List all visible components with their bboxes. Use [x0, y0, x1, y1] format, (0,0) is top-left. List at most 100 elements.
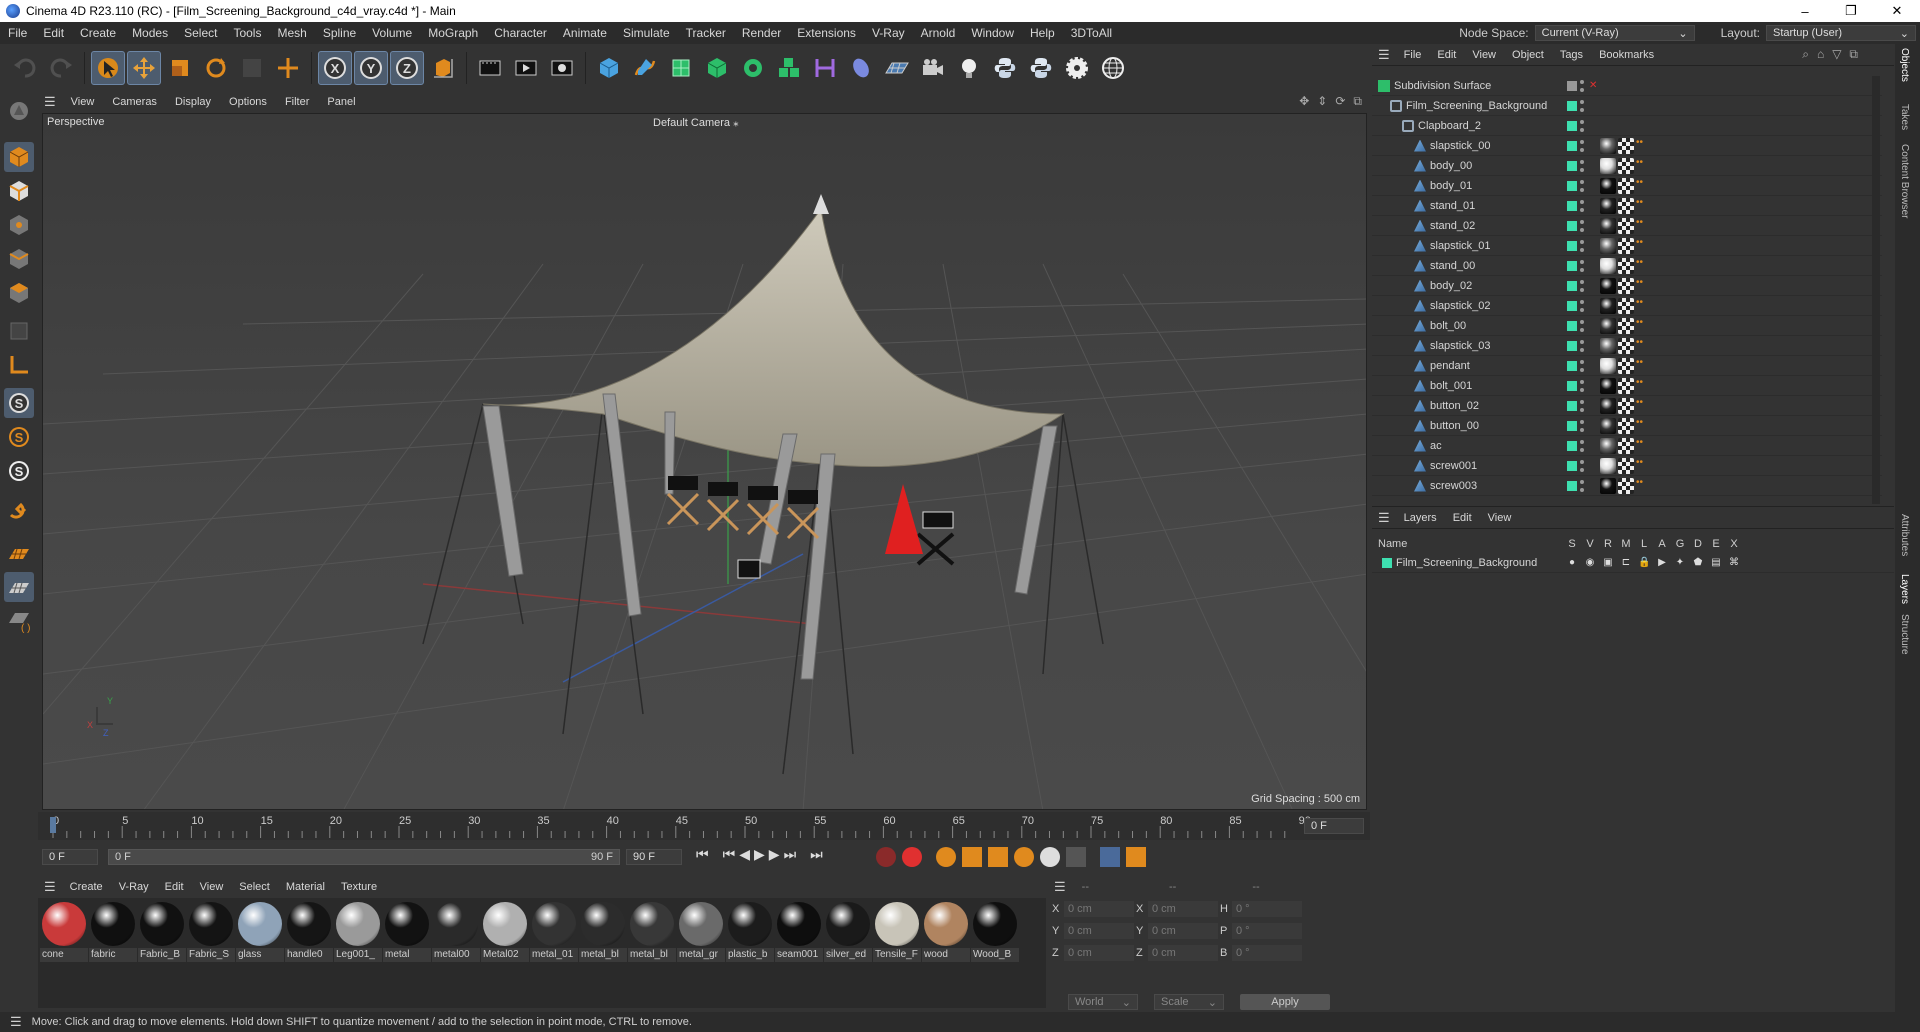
viewport-menu-cameras[interactable]: Cameras — [103, 96, 166, 108]
object-row[interactable]: screw001 •• — [1372, 456, 1882, 476]
material-menu-edit[interactable]: Edit — [157, 881, 192, 893]
minimize-button[interactable]: – — [1782, 0, 1828, 22]
object-menu-bookmarks[interactable]: Bookmarks — [1591, 49, 1662, 61]
deformers-icon[interactable]: ⬟ — [1692, 557, 1704, 568]
scale-tool-icon[interactable] — [163, 51, 197, 85]
render-view-icon[interactable] — [473, 51, 507, 85]
texture-tag-icon[interactable] — [1618, 297, 1634, 314]
expressions-icon[interactable]: ▤ — [1710, 557, 1722, 568]
material-swatch[interactable]: Fabric_B — [138, 900, 186, 964]
layer-color-swatch[interactable] — [1567, 420, 1577, 431]
menu-render[interactable]: Render — [734, 26, 789, 40]
maximize-button[interactable]: ❐ — [1828, 0, 1874, 22]
visibility-toggle[interactable] — [1580, 399, 1584, 412]
material-tag-icon[interactable] — [1600, 217, 1616, 234]
playhead[interactable] — [50, 817, 56, 833]
x-axis-lock-icon[interactable]: X — [318, 51, 352, 85]
object-menu-view[interactable]: View — [1464, 49, 1504, 61]
visibility-toggle[interactable] — [1580, 259, 1584, 272]
undo-icon[interactable] — [8, 51, 42, 85]
menu-extensions[interactable]: Extensions — [789, 26, 864, 40]
object-row[interactable]: slapstick_03 •• — [1372, 336, 1882, 356]
perspective-viewport[interactable]: Y X Z Perspective Default Camera ⁎ Grid … — [42, 113, 1367, 810]
visible-in-render-icon[interactable]: ▣ — [1602, 557, 1614, 568]
layer-color-swatch[interactable] — [1567, 220, 1577, 231]
selection-tag-icon[interactable]: •• — [1636, 237, 1646, 253]
material-tag-icon[interactable] — [1600, 377, 1616, 394]
menu-3dtoall[interactable]: 3DToAll — [1063, 26, 1120, 40]
viewport-menu-panel[interactable]: Panel — [318, 96, 364, 108]
layer-color-swatch[interactable] — [1567, 380, 1577, 391]
material-swatch[interactable]: Fabric_S — [187, 900, 235, 964]
layer-color-swatch[interactable] — [1567, 200, 1577, 211]
texture-tag-icon[interactable] — [1618, 377, 1634, 394]
dolly-view-icon[interactable]: ⇕ — [1317, 94, 1327, 109]
object-row[interactable]: pendant •• — [1372, 356, 1882, 376]
viewport-menu-options[interactable]: Options — [220, 96, 276, 108]
cube-icon[interactable] — [592, 51, 626, 85]
material-menu-create[interactable]: Create — [62, 881, 111, 893]
visibility-toggle[interactable] — [1580, 459, 1584, 472]
selection-tag-icon[interactable]: •• — [1636, 197, 1646, 213]
texture-tag-icon[interactable] — [1618, 157, 1634, 174]
menu-spline[interactable]: Spline — [315, 26, 364, 40]
texture-tag-icon[interactable] — [1618, 337, 1634, 354]
new-window-icon[interactable]: ⧉ — [1849, 47, 1858, 62]
animation-icon[interactable]: ▶ — [1656, 557, 1668, 568]
tab-content-browser[interactable]: Content Browser — [1899, 144, 1910, 218]
tweak-mode-icon[interactable] — [4, 498, 34, 528]
make-editable-icon[interactable] — [4, 96, 34, 126]
layer-menu-edit[interactable]: Edit — [1445, 512, 1480, 524]
layer-color-swatch[interactable] — [1567, 300, 1577, 311]
selection-tag-icon[interactable]: •• — [1636, 137, 1646, 153]
go-to-start-icon[interactable]: ⏮ — [696, 846, 709, 863]
material-tag-icon[interactable] — [1600, 337, 1616, 354]
visibility-toggle[interactable] — [1580, 339, 1584, 352]
object-row[interactable]: stand_00 •• — [1372, 256, 1882, 276]
coordinate-system-icon[interactable] — [426, 51, 460, 85]
texture-tag-icon[interactable] — [1618, 237, 1634, 254]
material-tag-icon[interactable] — [1600, 197, 1616, 214]
field-icon[interactable] — [844, 51, 878, 85]
layer-color-swatch[interactable] — [1567, 80, 1577, 91]
object-tree[interactable]: Subdivision Surface ✕ Film_Screening_Backg… — [1372, 76, 1882, 504]
frame-range-slider[interactable]: 0 F 90 F — [108, 849, 620, 865]
tab-attributes[interactable]: Attributes — [1899, 514, 1910, 556]
hamburger-icon[interactable]: ☰ — [1048, 879, 1072, 895]
texture-tag-icon[interactable] — [1618, 257, 1634, 274]
material-swatch[interactable]: Tensile_F — [873, 900, 921, 964]
coordinate-field[interactable]: 0 ° — [1232, 945, 1302, 961]
material-tag-icon[interactable] — [1600, 417, 1616, 434]
object-menu-file[interactable]: File — [1396, 49, 1430, 61]
coordinate-field[interactable]: 0 cm — [1148, 923, 1218, 939]
visibility-toggle[interactable] — [1580, 379, 1584, 392]
object-row[interactable]: screw003 •• — [1372, 476, 1882, 496]
model-mode-icon[interactable] — [4, 142, 34, 172]
material-tag-icon[interactable] — [1600, 397, 1616, 414]
cloner-icon[interactable] — [736, 51, 770, 85]
tab-layers[interactable]: Layers — [1899, 574, 1910, 604]
coordinate-field[interactable]: 0 ° — [1232, 901, 1302, 917]
texture-tag-icon[interactable] — [1618, 177, 1634, 194]
render-to-picture-viewer-icon[interactable] — [509, 51, 543, 85]
layer-color-swatch[interactable] — [1567, 280, 1577, 291]
menu-edit[interactable]: Edit — [35, 26, 72, 40]
layer-color-swatch[interactable] — [1567, 440, 1577, 451]
selection-tag-icon[interactable]: •• — [1636, 417, 1646, 433]
selection-tag-icon[interactable]: •• — [1636, 377, 1646, 393]
material-tag-icon[interactable] — [1600, 257, 1616, 274]
snap-settings-icon[interactable]: S — [4, 422, 34, 452]
visibility-toggle[interactable] — [1580, 219, 1584, 232]
object-row[interactable]: body_00 •• — [1372, 156, 1882, 176]
points-mode-icon[interactable] — [4, 210, 34, 240]
menu-volume[interactable]: Volume — [364, 26, 420, 40]
pen-spline-icon[interactable] — [628, 51, 662, 85]
menu-mograph[interactable]: MoGraph — [420, 26, 486, 40]
disabled-x-icon[interactable]: ✕ — [1589, 80, 1597, 91]
viewport-menu-display[interactable]: Display — [166, 96, 220, 108]
material-swatch[interactable]: metal_bl — [628, 900, 676, 964]
texture-tag-icon[interactable] — [1618, 457, 1634, 474]
pan-view-icon[interactable]: ✥ — [1299, 94, 1309, 109]
material-swatch[interactable]: metal_01 — [530, 900, 578, 964]
visibility-toggle[interactable] — [1580, 159, 1584, 172]
